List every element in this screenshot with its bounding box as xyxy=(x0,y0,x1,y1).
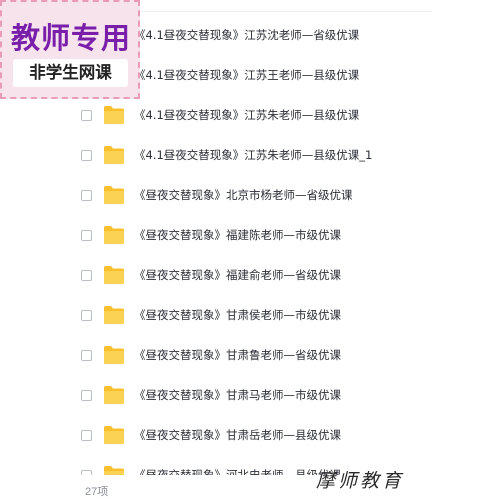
file-name[interactable]: 《昼夜交替现象》甘肃岳老师—县级优课 xyxy=(134,427,341,443)
row-checkbox[interactable] xyxy=(81,150,92,161)
list-item[interactable]: 《昼夜交替现象》福建陈老师—市级优课 xyxy=(0,217,499,257)
file-name[interactable]: 《昼夜交替现象》福建陈老师—市级优课 xyxy=(134,227,341,243)
row-checkbox[interactable] xyxy=(81,190,92,201)
row-checkbox[interactable] xyxy=(81,270,92,281)
list-item[interactable]: 《昼夜交替现象》甘肃岳老师—县级优课 xyxy=(0,417,499,457)
folder-icon xyxy=(104,186,124,204)
file-name[interactable]: 《昼夜交替现象》甘肃侯老师—市级优课 xyxy=(134,307,341,323)
folder-icon xyxy=(104,306,124,324)
file-name[interactable]: 《昼夜交替现象》北京市杨老师—省级优课 xyxy=(134,187,353,203)
row-checkbox[interactable] xyxy=(81,310,92,321)
list-item[interactable]: 《4.1昼夜交替现象》江苏朱老师—县级优课_1 xyxy=(0,137,499,177)
badge-title: 教师专用 xyxy=(10,21,131,55)
badge-subtitle: 非学生网课 xyxy=(13,59,128,87)
file-name[interactable]: 《4.1昼夜交替现象》江苏朱老师—县级优课 xyxy=(134,107,359,123)
file-name[interactable]: 《4.1昼夜交替现象》江苏朱老师—县级优课_1 xyxy=(134,147,372,163)
folder-icon xyxy=(104,146,124,164)
folder-icon xyxy=(104,426,124,444)
watermark: 摩师教育 xyxy=(316,470,405,492)
folder-icon xyxy=(104,106,124,124)
folder-icon xyxy=(104,386,124,404)
file-name[interactable]: 《4.1昼夜交替现象》江苏王老师—县级优课 xyxy=(134,67,359,83)
folder-icon xyxy=(104,266,124,284)
list-item[interactable]: 《昼夜交替现象》北京市杨老师—省级优课 xyxy=(0,177,499,217)
file-name[interactable]: 《昼夜交替现象》福建俞老师—省级优课 xyxy=(134,267,341,283)
folder-icon xyxy=(104,346,124,364)
list-item[interactable]: 《昼夜交替现象》甘肃鲁老师—省级优课 xyxy=(0,337,499,377)
list-item[interactable]: 《昼夜交替现象》甘肃马老师—市级优课 xyxy=(0,377,499,417)
item-count: 27项 xyxy=(85,486,109,498)
list-item[interactable]: 《4.1昼夜交替现象》江苏朱老师—县级优课 xyxy=(0,97,499,137)
teacher-only-badge: 教师专用 非学生网课 xyxy=(0,0,140,99)
file-name[interactable]: 《昼夜交替现象》甘肃马老师—市级优课 xyxy=(134,387,341,403)
row-checkbox[interactable] xyxy=(81,430,92,441)
divider xyxy=(132,11,432,12)
row-checkbox[interactable] xyxy=(81,110,92,121)
folder-icon xyxy=(104,226,124,244)
file-name[interactable]: 《昼夜交替现象》甘肃鲁老师—省级优课 xyxy=(134,347,341,363)
row-checkbox[interactable] xyxy=(81,230,92,241)
list-item[interactable]: 《昼夜交替现象》甘肃侯老师—市级优课 xyxy=(0,297,499,337)
file-name[interactable]: 《4.1昼夜交替现象》江苏沈老师—省级优课 xyxy=(134,27,359,43)
row-checkbox[interactable] xyxy=(81,390,92,401)
row-checkbox[interactable] xyxy=(81,350,92,361)
status-bar xyxy=(0,478,499,499)
list-item[interactable]: 《昼夜交替现象》福建俞老师—省级优课 xyxy=(0,257,499,297)
